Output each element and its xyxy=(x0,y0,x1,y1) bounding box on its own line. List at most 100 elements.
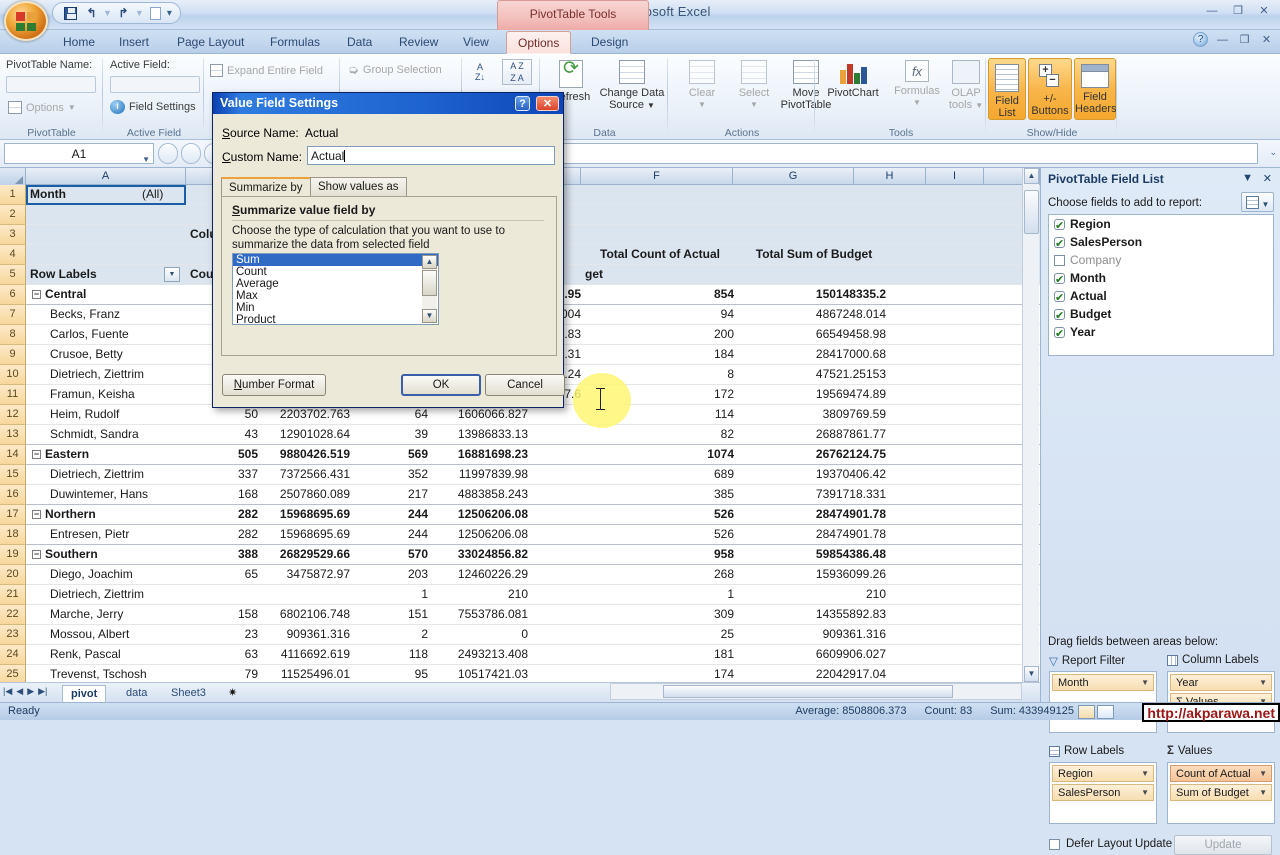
summarize-option-min[interactable]: Min xyxy=(233,302,438,314)
office-button[interactable] xyxy=(4,1,48,41)
column-header-g[interactable]: G xyxy=(733,168,854,185)
change-data-source-button[interactable]: Change Data Source ▼ xyxy=(599,60,665,112)
collapse-icon[interactable]: − xyxy=(32,550,41,559)
close-icon[interactable]: ✕ xyxy=(1254,3,1274,18)
number-format-button[interactable]: Number Format xyxy=(222,374,326,396)
field-checkbox-list[interactable]: Region SalesPerson Company Month Actual Budge… xyxy=(1048,214,1274,356)
row-header-10[interactable]: 10 xyxy=(0,365,26,385)
table-row[interactable]: Dietriech, Ziettrim 1 210 1 210 xyxy=(26,585,1040,605)
area-pill[interactable]: Month ▼ xyxy=(1052,674,1154,691)
listbox-scrollbar[interactable]: ▲ ▼ xyxy=(422,255,437,323)
row-header-25[interactable]: 25 xyxy=(0,665,26,682)
field-item-company[interactable]: Company xyxy=(1049,251,1273,269)
row-header-17[interactable]: 17 xyxy=(0,505,26,525)
normal-view-icon[interactable] xyxy=(1078,705,1095,719)
area-pill[interactable]: Year ▼ xyxy=(1170,674,1272,691)
horizontal-scroll-thumb[interactable] xyxy=(663,685,953,698)
summarize-option-average[interactable]: Average xyxy=(233,278,438,290)
sort-dialog-icon[interactable]: A ZZ A xyxy=(502,59,532,85)
select-button[interactable]: Select ▼ xyxy=(727,60,781,111)
tab-view[interactable]: View xyxy=(452,31,500,54)
row-header-12[interactable]: 12 xyxy=(0,405,26,425)
column-header-i[interactable]: I xyxy=(926,168,984,185)
row-header-16[interactable]: 16 xyxy=(0,485,26,505)
vertical-scrollbar[interactable]: ▲ ▼ xyxy=(1022,168,1039,682)
tab-options[interactable]: Options xyxy=(506,31,572,54)
formulas-button[interactable]: fx Formulas ▼ xyxy=(888,60,946,109)
active-field-input[interactable] xyxy=(110,76,200,93)
field-item-actual[interactable]: Actual xyxy=(1049,287,1273,307)
area-pill[interactable]: Region ▼ xyxy=(1052,765,1154,782)
field-list-menu-icon[interactable]: ▼ xyxy=(1242,172,1253,184)
table-row[interactable]: − Northern 282 15968695.69 244 12506206.08 526… xyxy=(26,505,1040,525)
row-header-1[interactable]: 1 xyxy=(0,185,26,205)
plus-minus-buttons-button[interactable]: + − +/- Buttons xyxy=(1028,58,1072,120)
row-header-20[interactable]: 20 xyxy=(0,565,26,585)
dialog-help-icon[interactable]: ? xyxy=(515,96,530,111)
pivottable-options-button[interactable]: Options ▼ xyxy=(8,101,76,114)
expand-entire-field-button[interactable]: Expand Entire Field xyxy=(210,64,323,77)
checkbox-company[interactable] xyxy=(1054,254,1065,266)
checkbox-actual[interactable] xyxy=(1054,289,1065,307)
table-row[interactable]: Duwintemer, Hans 168 2507860.089 217 4883858… xyxy=(26,485,1040,505)
chevron-down-icon[interactable]: ▼ xyxy=(1141,785,1149,801)
ribbon-close-icon[interactable]: ✕ xyxy=(1259,33,1274,46)
row-header-19[interactable]: 19 xyxy=(0,545,26,565)
table-row[interactable]: Marche, Jerry 158 6802106.748 151 7553786.08… xyxy=(26,605,1040,625)
field-headers-button[interactable]: Field Headers xyxy=(1074,58,1117,120)
checkbox-region[interactable] xyxy=(1054,217,1065,235)
tab-home[interactable]: Home xyxy=(52,31,106,54)
field-settings-button[interactable]: i Field Settings xyxy=(110,100,196,114)
area-pill[interactable]: Sum of Budget ▼ xyxy=(1170,784,1272,801)
olap-tools-button[interactable]: OLAP tools ▼ xyxy=(944,60,988,112)
dialog-tab-show-values-as[interactable]: Show values as xyxy=(310,177,407,196)
chevron-down-icon[interactable]: ▼ xyxy=(1141,766,1149,782)
sort-az-icon[interactable]: A Z↓ xyxy=(469,62,491,86)
prev-sheet-icon[interactable]: ◀ xyxy=(16,686,23,697)
checkbox-budget[interactable] xyxy=(1054,307,1065,325)
row-header-9[interactable]: 9 xyxy=(0,345,26,365)
checkbox-salesperson[interactable] xyxy=(1054,235,1065,253)
summarize-option-product[interactable]: Product xyxy=(233,314,438,324)
listbox-scroll-thumb[interactable] xyxy=(422,270,437,296)
tab-insert[interactable]: Insert xyxy=(108,31,160,54)
cancel-button[interactable]: Cancel xyxy=(485,374,565,396)
field-item-region[interactable]: Region xyxy=(1049,215,1273,235)
scroll-down-icon[interactable]: ▼ xyxy=(422,309,437,323)
pivotchart-button[interactable]: PivotChart xyxy=(821,60,885,99)
summarize-function-listbox[interactable]: Sum Count Average Max Min Product ▲ ▼ xyxy=(232,253,439,325)
tab-data[interactable]: Data xyxy=(336,31,383,54)
column-header-h[interactable]: H xyxy=(854,168,926,185)
field-list-layout-button[interactable]: ▼ xyxy=(1241,192,1274,212)
collapse-icon[interactable]: − xyxy=(32,450,41,459)
enter-formula-icon[interactable] xyxy=(181,143,201,164)
field-list-close-icon[interactable]: ✕ xyxy=(1263,172,1272,185)
first-sheet-icon[interactable]: |◀ xyxy=(3,686,12,697)
table-row[interactable]: Mossou, Albert 23 909361.316 2 0 25 909361.316 xyxy=(26,625,1040,645)
ribbon-minimize-icon[interactable]: — xyxy=(1215,34,1230,46)
dialog-close-icon[interactable]: ✕ xyxy=(536,96,559,111)
column-header-a[interactable]: A xyxy=(26,168,186,185)
sheet-tab-data[interactable]: data xyxy=(118,685,155,703)
pivottable-name-input[interactable] xyxy=(6,76,96,93)
row-header-23[interactable]: 23 xyxy=(0,625,26,645)
area-row-labels[interactable]: Region ▼ SalesPerson ▼ xyxy=(1049,762,1157,824)
field-item-month[interactable]: Month xyxy=(1049,269,1273,289)
table-row[interactable]: Heim, Rudolf 50 2203702.763 64 1606066.827 11… xyxy=(26,405,1040,425)
area-pill[interactable]: Count of Actual ▼ xyxy=(1170,765,1272,782)
group-selection-button[interactable]: ➭ Group Selection xyxy=(348,62,442,78)
column-header-f[interactable]: F xyxy=(581,168,733,185)
field-list-button[interactable]: Field List xyxy=(988,58,1026,120)
sheet-tab-pivot[interactable]: pivot xyxy=(62,685,107,703)
row-header-14[interactable]: 14 xyxy=(0,445,26,465)
minimize-icon[interactable]: — xyxy=(1202,3,1222,18)
checkbox-year[interactable] xyxy=(1054,325,1065,343)
row-header-24[interactable]: 24 xyxy=(0,645,26,665)
field-item-budget[interactable]: Budget xyxy=(1049,305,1273,325)
custom-name-input[interactable]: Actual xyxy=(307,146,555,165)
table-row[interactable]: Trevenst, Tschosh 79 11525496.01 95 10517421… xyxy=(26,665,1040,682)
next-sheet-icon[interactable]: ▶ xyxy=(27,686,34,697)
vertical-scroll-thumb[interactable] xyxy=(1024,190,1039,234)
ribbon-restore-icon[interactable]: ❐ xyxy=(1237,33,1252,46)
row-header-7[interactable]: 7 xyxy=(0,305,26,325)
